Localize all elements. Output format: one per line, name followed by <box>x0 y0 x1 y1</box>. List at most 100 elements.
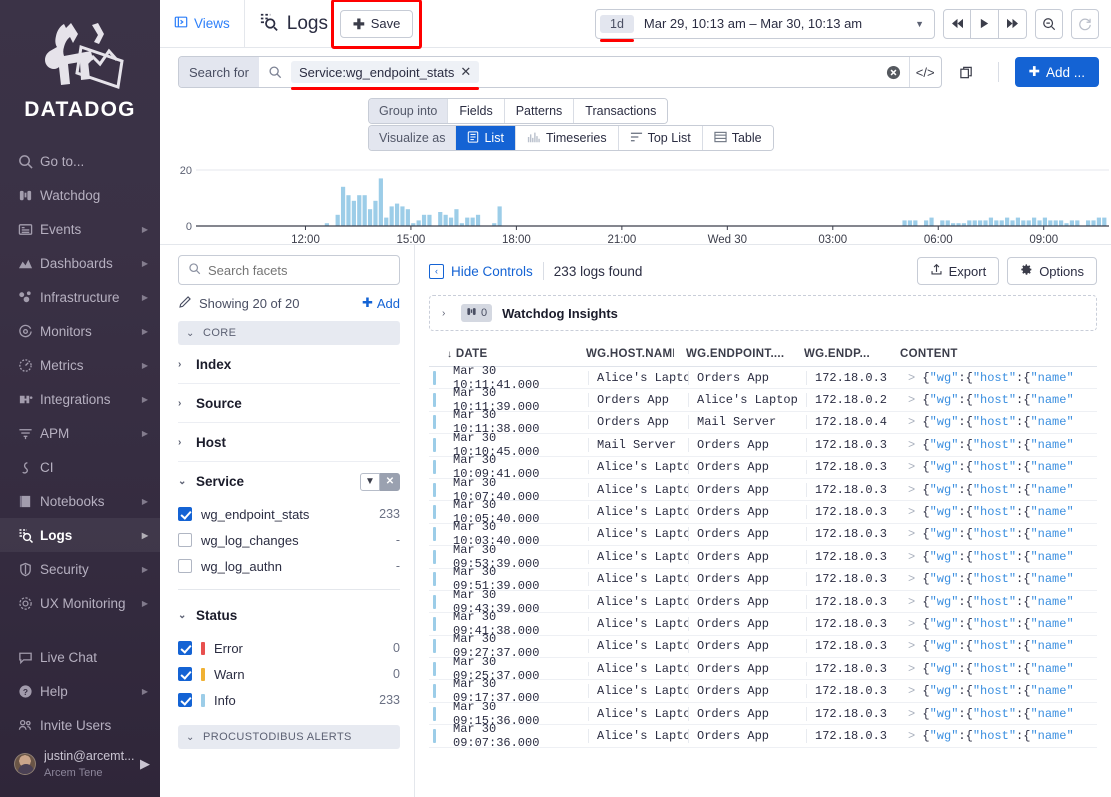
logs-table: ↓ DATE WG.HOST.NAME WG.ENDPOINT.... WG.E… <box>429 341 1097 797</box>
export-label: Export <box>948 263 987 279</box>
column-header-date[interactable]: ↓ DATE <box>429 348 574 360</box>
facet-value-wg-endpoint-stats[interactable]: wg_endpoint_stats 233 <box>178 501 400 527</box>
cell-host: Alice's Laptop <box>588 549 688 564</box>
sidebar-item-integrations[interactable]: Integrations ▶ <box>0 382 160 416</box>
views-button[interactable]: Views <box>160 0 245 47</box>
sidebar-divider-gap <box>0 620 160 640</box>
visualize-option-timeseries[interactable]: Timeseries <box>514 126 618 150</box>
sidebar-item-ux-monitoring[interactable]: UX Monitoring ▶ <box>0 586 160 620</box>
sidebar-item-dashboards[interactable]: Dashboards ▶ <box>0 246 160 280</box>
facet-value-wg-log-authn[interactable]: wg_log_authn - <box>178 553 400 579</box>
sidebar-item-logs[interactable]: Logs ▶ <box>0 518 160 552</box>
skip-forward-icon[interactable] <box>999 8 1027 39</box>
add-facet-button[interactable]: ✚ Add <box>362 295 400 311</box>
facet-service[interactable]: ⌄ Service ▼ ✕ <box>178 462 400 501</box>
column-header-content[interactable]: CONTENT <box>888 348 1097 360</box>
facet-source[interactable]: › Source <box>178 384 400 423</box>
sidebar-item-live-chat[interactable]: Live Chat <box>0 640 160 674</box>
sidebar-item-watchdog[interactable]: Watchdog <box>0 178 160 212</box>
collapse-icon: ‹ <box>429 263 444 279</box>
cell-endpoint-ip: 172.18.0.3 <box>806 549 902 564</box>
sidebar-item-monitors[interactable]: Monitors ▶ <box>0 314 160 348</box>
sidebar-item-events[interactable]: Events ▶ <box>0 212 160 246</box>
sidebar-user-menu[interactable]: justin@arcemt... Arcem Tene ▶ <box>0 742 160 786</box>
facet-status[interactable]: ⌄ Status <box>178 596 400 635</box>
logs-panel: ‹ Hide Controls 233 logs found Export Op… <box>415 245 1111 797</box>
play-icon[interactable] <box>971 8 999 39</box>
sidebar-item-ci[interactable]: CI <box>0 450 160 484</box>
close-icon[interactable]: ✕ <box>460 64 471 80</box>
facet-search-box[interactable] <box>178 255 400 285</box>
options-button[interactable]: Options <box>1007 257 1097 285</box>
sidebar-item-help[interactable]: ? Help ▶ <box>0 674 160 708</box>
facet-value-error[interactable]: Error 0 <box>178 635 400 661</box>
pencil-icon[interactable] <box>178 295 192 312</box>
skip-back-icon[interactable] <box>943 8 971 39</box>
facet-value-info[interactable]: Info 233 <box>178 687 400 713</box>
checkbox[interactable] <box>178 507 192 521</box>
visualize-option-label: Top List <box>647 131 691 145</box>
filter-icon[interactable]: ▼ <box>360 472 380 491</box>
sidebar-nav: Go to... Watchdog Events ▶ Dashboards ▶ … <box>0 144 160 786</box>
cell-endpoint-ip: 172.18.0.4 <box>806 415 902 430</box>
cell-host: Alice's Laptop <box>588 482 688 497</box>
svg-text:12:00: 12:00 <box>291 234 320 244</box>
watchdog-insights-banner[interactable]: › 0 Watchdog Insights <box>429 295 1097 331</box>
copy-icon[interactable] <box>952 65 982 80</box>
query-filter-chip[interactable]: Service:wg_endpoint_stats ✕ <box>290 61 480 90</box>
add-button[interactable]: ✚ Add ... <box>1014 57 1099 87</box>
views-label: Views <box>194 16 230 31</box>
clear-search-button[interactable] <box>879 57 909 87</box>
group-option-fields[interactable]: Fields <box>447 99 504 123</box>
plus-icon: ✚ <box>352 15 365 32</box>
chevron-down-icon: ⌄ <box>186 731 195 743</box>
clear-facet-icon[interactable]: ✕ <box>380 472 400 491</box>
sidebar-item-apm[interactable]: APM ▶ <box>0 416 160 450</box>
time-preset-chip[interactable]: 1d <box>600 14 634 42</box>
time-preset-label: 1d <box>610 16 624 31</box>
checkbox[interactable] <box>178 641 192 655</box>
top-toolbar: Views Logs ✚ Save 1d Mar 29, 10:13 am – … <box>160 0 1111 49</box>
chevron-right-icon[interactable]: › <box>442 308 451 319</box>
sidebar-item-security[interactable]: Security ▶ <box>0 552 160 586</box>
logs-histogram-chart[interactable]: 20 0 12:00 15:00 18:00 21:00 Wed 30 03:00 06:00 0… <box>160 162 1111 244</box>
facet-group-procustodibus-alerts[interactable]: ⌄ PROCUSTODIBUS ALERTS <box>178 725 400 749</box>
column-header-endpoint[interactable]: WG.ENDPOINT.... <box>674 348 792 360</box>
visualize-option-top-list[interactable]: Top List <box>617 126 702 150</box>
hide-controls-button[interactable]: ‹ Hide Controls <box>429 263 533 279</box>
time-range-picker[interactable]: 1d Mar 29, 10:13 am – Mar 30, 10:13 am ▼ <box>595 8 935 42</box>
facet-index[interactable]: › Index <box>178 345 400 384</box>
visualize-option-table[interactable]: Table <box>701 126 773 150</box>
facet-value-label: wg_log_changes <box>201 532 299 548</box>
sidebar-item-metrics[interactable]: Metrics ▶ <box>0 348 160 382</box>
refresh-icon[interactable] <box>1071 8 1099 39</box>
checkbox[interactable] <box>178 559 192 573</box>
chevron-right-icon: ▶ <box>141 394 148 404</box>
options-label: Options <box>1039 263 1084 279</box>
column-header-host[interactable]: WG.HOST.NAME <box>574 348 674 360</box>
sidebar-item-notebooks[interactable]: Notebooks ▶ <box>0 484 160 518</box>
chevron-down-icon[interactable]: ▼ <box>905 19 934 29</box>
facet-value-warn[interactable]: Warn 0 <box>178 661 400 687</box>
group-option-patterns[interactable]: Patterns <box>503 99 574 123</box>
facet-value-wg-log-changes[interactable]: wg_log_changes - <box>178 527 400 553</box>
sidebar-item-go-to[interactable]: Go to... <box>0 144 160 178</box>
datadog-logo[interactable]: DATADOG <box>0 0 160 140</box>
export-button[interactable]: Export <box>916 257 1000 285</box>
checkbox[interactable] <box>178 533 192 547</box>
column-header-endpoint-ip[interactable]: WG.ENDP... <box>792 348 888 360</box>
zoom-out-icon[interactable] <box>1035 8 1063 39</box>
group-option-transactions[interactable]: Transactions <box>573 99 668 123</box>
save-button[interactable]: ✚ Save <box>339 9 414 38</box>
sidebar-item-infrastructure[interactable]: Infrastructure ▶ <box>0 280 160 314</box>
checkbox[interactable] <box>178 693 192 707</box>
visualize-option-list[interactable]: List <box>455 126 515 150</box>
checkbox[interactable] <box>178 667 192 681</box>
facet-group-core[interactable]: ⌄ CORE <box>178 321 400 345</box>
code-view-button[interactable]: </> <box>908 57 941 87</box>
sidebar-item-invite-users[interactable]: Invite Users <box>0 708 160 742</box>
search-box[interactable]: Search for Service:wg_endpoint_stats ✕ <… <box>178 56 942 90</box>
search-facets-input[interactable] <box>208 262 390 278</box>
facet-host[interactable]: › Host <box>178 423 400 462</box>
table-row[interactable]: Mar 30 09:07:36.000 Alice's Laptop Orders … <box>429 722 1097 750</box>
